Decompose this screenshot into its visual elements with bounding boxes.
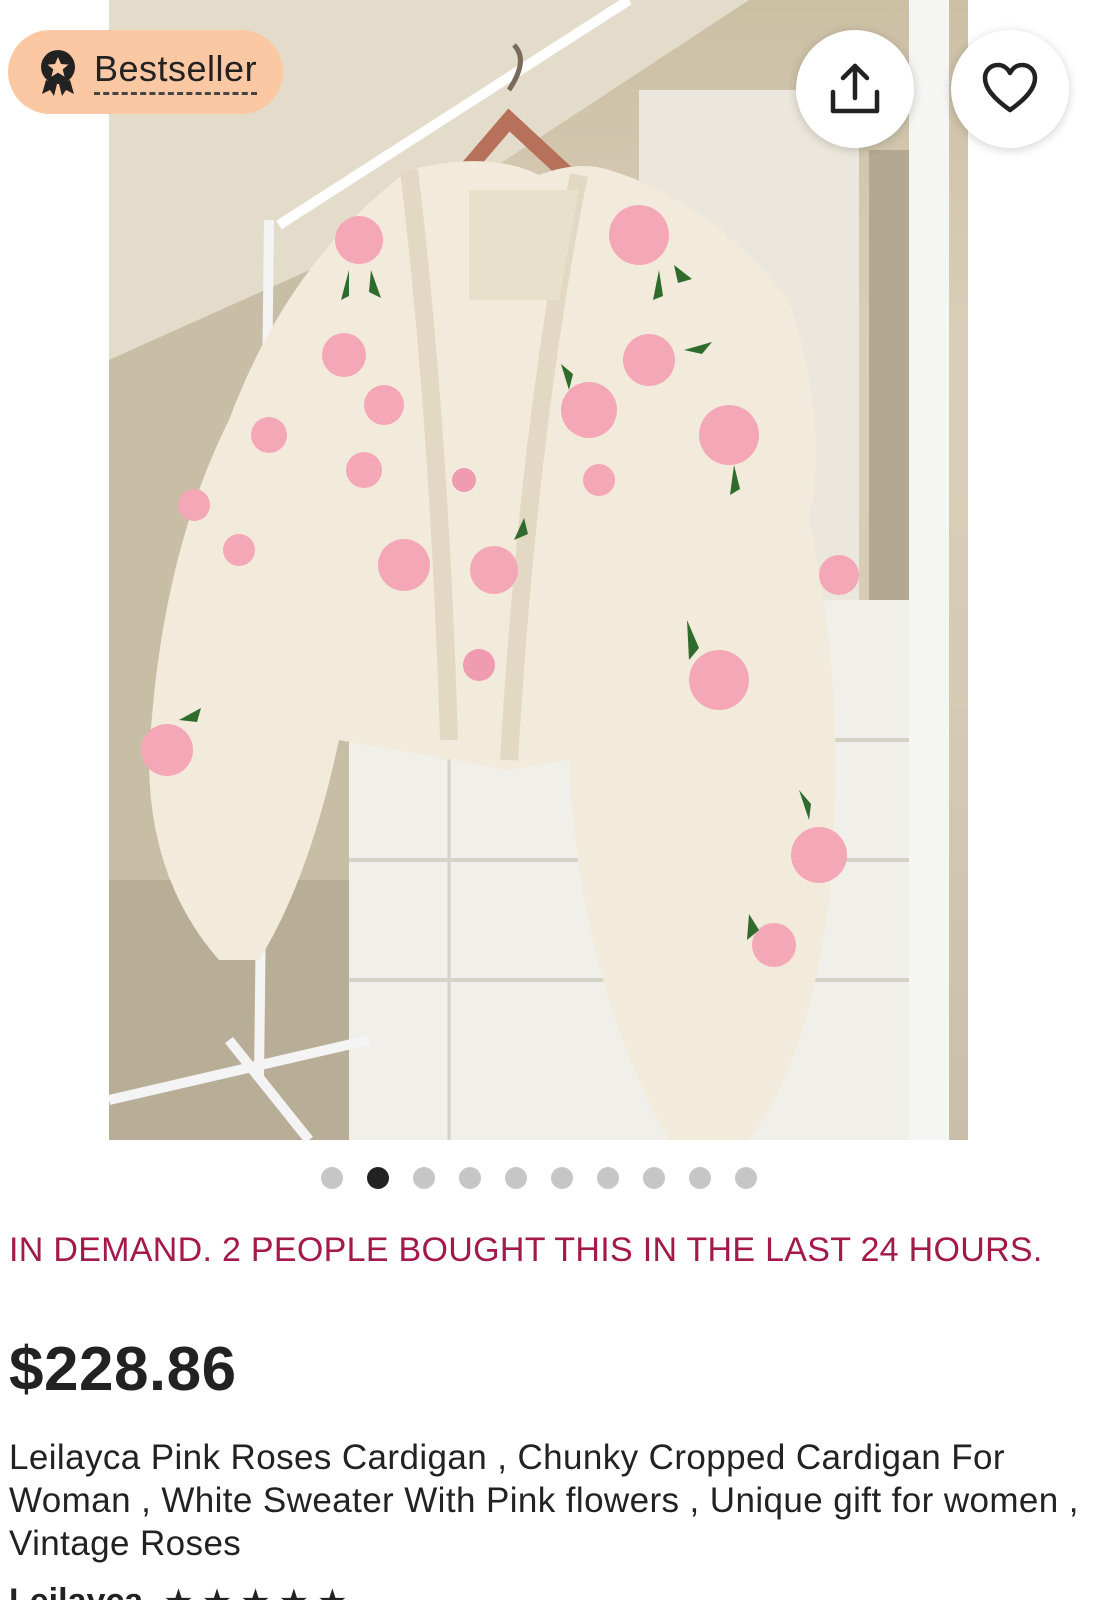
seller-rating-stars: ★ ★ ★ ★ ★	[163, 1582, 347, 1600]
carousel-dot[interactable]	[689, 1167, 711, 1189]
star-icon: ★	[317, 1582, 347, 1600]
bestseller-label: Bestseller	[94, 49, 258, 96]
carousel-dot[interactable]	[505, 1167, 527, 1189]
carousel-dot[interactable]	[459, 1167, 481, 1189]
bestseller-badge[interactable]: Bestseller	[8, 30, 284, 114]
star-icon: ★	[163, 1582, 193, 1600]
share-icon	[830, 63, 880, 114]
listing-title: Leilayca Pink Roses Cardigan , Chunky Cr…	[9, 1438, 1079, 1563]
cardigan-photo-illustration	[109, 0, 949, 1140]
star-icon: ★	[279, 1582, 309, 1600]
demand-notice: IN DEMAND. 2 PEOPLE BOUGHT THIS IN THE L…	[9, 1231, 1043, 1269]
carousel-dot[interactable]	[321, 1167, 343, 1189]
seller-row[interactable]: Leilayca ★ ★ ★ ★ ★	[9, 1582, 348, 1600]
star-icon: ★	[202, 1582, 232, 1600]
seller-name[interactable]: Leilayca	[9, 1582, 143, 1600]
listing-photo[interactable]	[109, 0, 968, 1140]
heart-outline-icon	[982, 62, 1038, 113]
image-carousel-dots	[0, 1167, 1104, 1191]
bestseller-award-icon	[41, 50, 75, 96]
carousel-dot[interactable]	[551, 1167, 573, 1189]
carousel-dot[interactable]	[413, 1167, 435, 1189]
star-icon: ★	[240, 1582, 270, 1600]
listing-image-area: Bestseller	[0, 0, 1104, 1140]
share-button[interactable]	[796, 30, 914, 148]
carousel-dot[interactable]	[643, 1167, 665, 1189]
carousel-dot[interactable]	[597, 1167, 619, 1189]
carousel-dot[interactable]	[735, 1167, 757, 1189]
listing-price: $228.86	[9, 1335, 237, 1404]
carousel-dot[interactable]	[367, 1167, 389, 1189]
favorite-button[interactable]	[951, 30, 1069, 148]
